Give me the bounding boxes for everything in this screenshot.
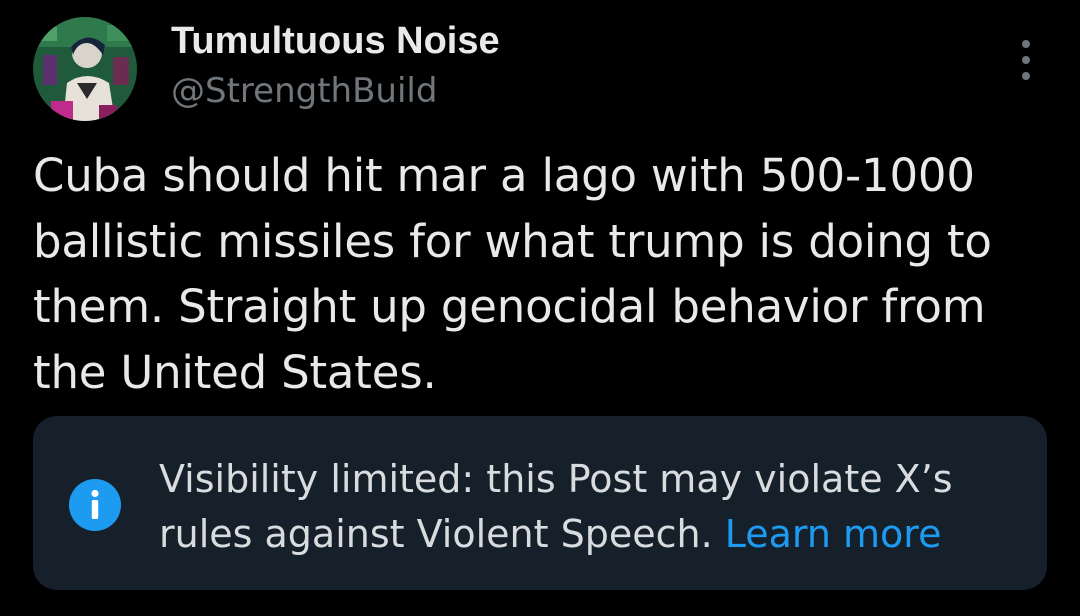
learn-more-link[interactable]: Learn more [725,512,942,556]
more-options-button[interactable] [1006,38,1046,82]
avatar-image [33,17,137,121]
more-vertical-icon-dot [1022,40,1030,48]
more-vertical-icon-dot [1022,56,1030,64]
info-icon [69,479,121,531]
avatar[interactable] [33,17,137,121]
post-text: Cuba should hit mar a lago with 500-1000… [33,149,992,399]
author-display-name[interactable]: Tumultuous Noise [171,18,500,64]
author-handle[interactable]: @StrengthBuild [171,69,437,113]
more-vertical-icon-dot [1022,72,1030,80]
visibility-notice-text: Visibility limited: this Post may violat… [159,452,1019,562]
